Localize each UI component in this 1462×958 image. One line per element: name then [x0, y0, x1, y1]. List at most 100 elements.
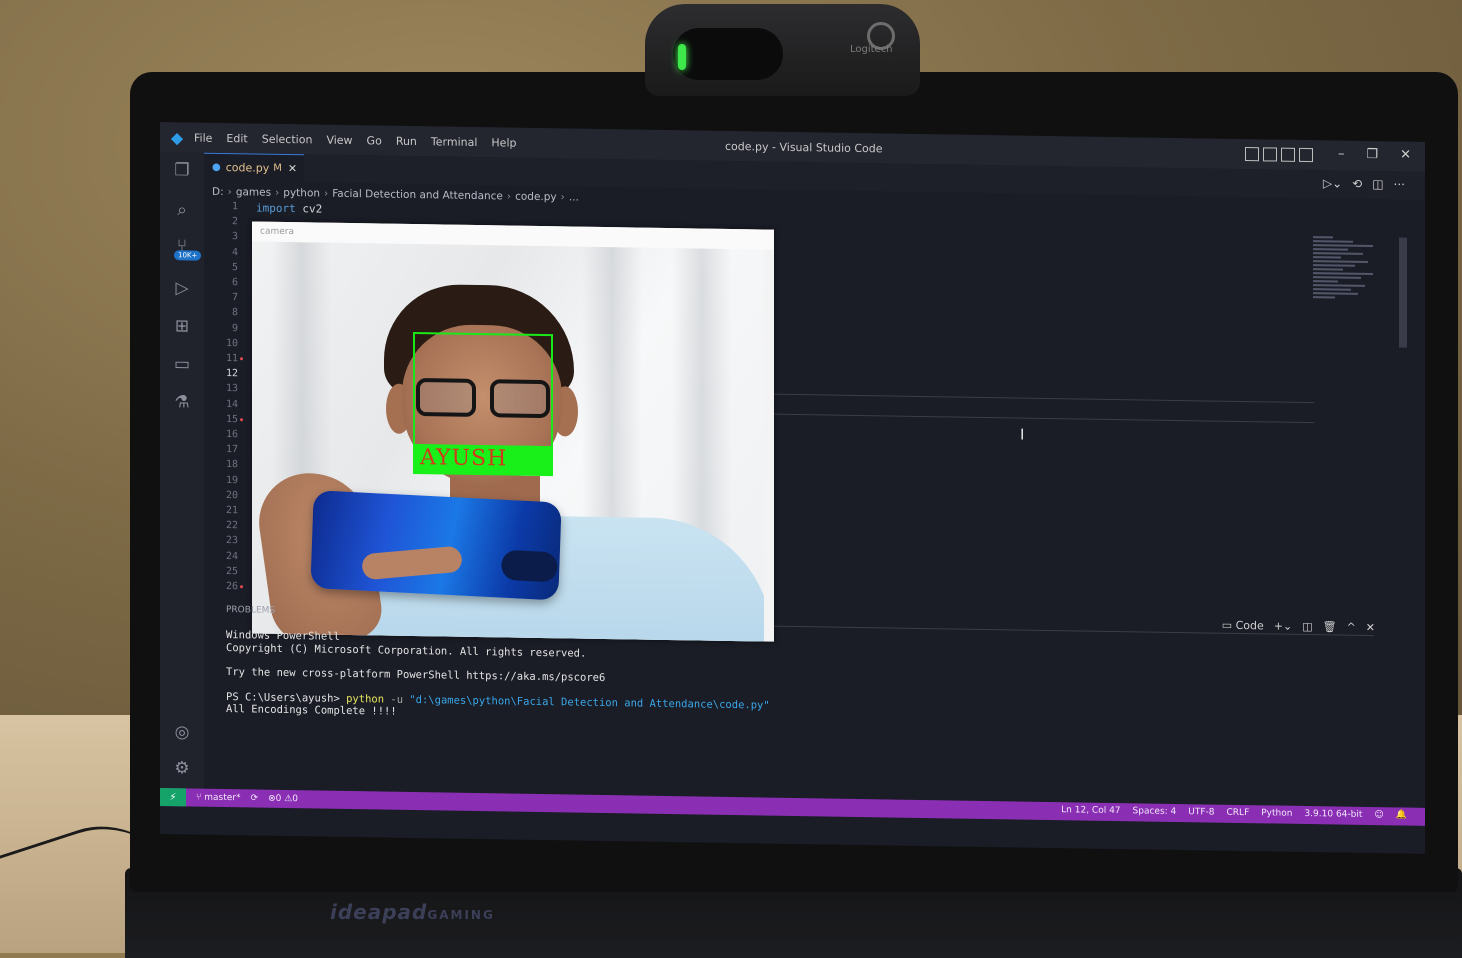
warning-count: 0	[292, 794, 299, 805]
status-interpreter[interactable]: 3.9.10 64-bit	[1304, 809, 1362, 820]
face-detection-box	[413, 331, 553, 449]
line-number: 14	[225, 398, 238, 410]
testing-icon[interactable]: ⚗	[172, 392, 192, 412]
line-number: 10	[225, 337, 238, 350]
feedback-icon[interactable]: ☺	[1374, 810, 1383, 820]
breadcrumb-games[interactable]: games	[236, 186, 271, 199]
window-controls: – ❐ ✕	[1338, 147, 1411, 163]
line-number: 15	[225, 413, 238, 426]
menu-selection[interactable]: Selection	[262, 132, 313, 146]
toggle-sidebar-icon[interactable]	[1245, 147, 1259, 162]
webcam: Logitech	[645, 4, 920, 96]
git-change-marker	[240, 418, 243, 422]
status-right: Ln 12, Col 47 Spaces: 4 UTF-8 CRLF Pytho…	[1061, 805, 1407, 820]
menu-file[interactable]: File	[194, 131, 212, 144]
split-terminal-icon[interactable]: ◫	[1302, 620, 1312, 633]
minimap[interactable]	[1313, 236, 1383, 347]
line-number: 17	[225, 444, 238, 456]
menu-terminal[interactable]: Terminal	[431, 135, 478, 149]
laptop-brand-name: ideapad	[330, 900, 428, 924]
menu-view[interactable]: View	[326, 133, 352, 146]
status-spaces[interactable]: Spaces: 4	[1133, 806, 1177, 817]
maximize-panel-icon[interactable]: ^	[1347, 621, 1356, 634]
line-number: 24	[225, 550, 238, 562]
breadcrumb-separator: ›	[560, 191, 565, 204]
accounts-icon[interactable]: ◎	[172, 722, 192, 742]
run-debug-icon[interactable]: ▷	[172, 278, 192, 298]
sync-icon[interactable]: ⟳	[251, 793, 259, 803]
menu-edit[interactable]: Edit	[226, 132, 247, 145]
tab-modified-indicator: M	[273, 162, 282, 174]
minimize-icon[interactable]: –	[1338, 147, 1345, 162]
close-panel-icon[interactable]: ✕	[1366, 621, 1375, 634]
breadcrumb-separator: ›	[324, 187, 329, 200]
status-position[interactable]: Ln 12, Col 47	[1061, 805, 1120, 816]
tab-label: code.py	[225, 161, 270, 175]
line-number: 2	[231, 216, 238, 228]
explorer-icon[interactable]: ❐	[172, 160, 192, 180]
tab-close-icon[interactable]: ✕	[288, 162, 297, 175]
status-branch[interactable]: ⑂ master*	[196, 793, 241, 804]
status-eol[interactable]: CRLF	[1227, 808, 1250, 818]
camera-window[interactable]: camera AYUSH	[252, 221, 774, 642]
menu-run[interactable]: Run	[396, 134, 417, 147]
kill-terminal-icon[interactable]: 🗑	[1323, 620, 1337, 633]
mouse-cursor-icon: I	[1020, 425, 1025, 444]
line-number: 13	[225, 383, 238, 395]
webcam-brand: Logitech	[850, 44, 893, 55]
settings-gear-icon[interactable]: ⚙	[172, 758, 192, 778]
status-language[interactable]: Python	[1261, 808, 1292, 818]
line-number: 8	[231, 307, 238, 319]
remote-explorer-icon[interactable]: ▭	[172, 354, 192, 374]
line-number: 18	[225, 459, 238, 471]
extensions-icon[interactable]: ⊞	[172, 316, 192, 336]
line-number: 16	[225, 429, 238, 441]
terminal-flag: -u	[384, 693, 410, 706]
editor-divider	[774, 393, 1314, 404]
close-icon[interactable]: ✕	[1400, 147, 1411, 162]
run-file-icon[interactable]: ▷⌄	[1323, 176, 1342, 190]
breadcrumb-folder[interactable]: Facial Detection and Attendance	[332, 188, 503, 203]
breadcrumb-python[interactable]: python	[283, 187, 320, 200]
search-icon[interactable]: ⌕	[172, 200, 192, 220]
split-editor-icon[interactable]: ◫	[1372, 177, 1383, 191]
more-actions-icon[interactable]: ···	[1394, 177, 1405, 191]
webcam-led	[678, 44, 686, 70]
new-terminal-icon[interactable]: +⌄	[1274, 619, 1292, 632]
screen: ◆ File Edit Selection View Go Run Termin…	[160, 122, 1425, 854]
terminal-profile-label: Code	[1235, 618, 1264, 633]
open-changes-icon[interactable]: ⟲	[1352, 177, 1362, 191]
git-change-marker	[240, 585, 243, 589]
line-number: 22	[225, 520, 238, 532]
toggle-secondary-sidebar-icon[interactable]	[1281, 147, 1295, 162]
terminal-profile[interactable]: ▭ Code	[1222, 619, 1264, 633]
menu-go[interactable]: Go	[367, 134, 382, 147]
remote-indicator-icon[interactable]: ⚡	[160, 788, 186, 807]
status-problems[interactable]: ⊗0 ⚠0	[268, 794, 298, 804]
breadcrumb-drive[interactable]: D:	[212, 186, 224, 198]
status-bar: ⚡ ⑂ master* ⟳ ⊗0 ⚠0 Ln 12, Col 47 Spaces…	[160, 788, 1425, 826]
breadcrumb-separator: ›	[506, 190, 512, 203]
restore-icon[interactable]: ❐	[1366, 147, 1378, 162]
customize-layout-icon[interactable]	[1299, 147, 1313, 163]
source-control-badge: 10K+	[174, 250, 202, 261]
code-line-1[interactable]: import cv2	[256, 202, 322, 216]
terminal[interactable]: Windows PowerShell Copyright (C) Microso…	[226, 629, 770, 724]
line-number-gutter: 1 2 3 4 5 6 7 8 9 10 11 12 13 14 15 16 17 18 19 20 21 22 23 24 2…	[204, 201, 244, 602]
breadcrumb-file[interactable]: code.py	[515, 191, 557, 204]
breadcrumb-symbol[interactable]: ...	[569, 191, 579, 203]
tab-problems[interactable]: PROBLEMS	[226, 605, 275, 616]
face-label: AYUSH	[420, 445, 508, 472]
editor-scrollbar[interactable]	[1399, 237, 1407, 348]
branch-name: master*	[204, 792, 241, 804]
menu-help[interactable]: Help	[491, 136, 516, 149]
vscode-logo-icon: ◆	[170, 127, 184, 147]
status-encoding[interactable]: UTF-8	[1188, 807, 1214, 817]
notifications-bell-icon[interactable]: 🔔	[1396, 810, 1407, 820]
breadcrumb-separator: ›	[227, 186, 232, 199]
toggle-panel-icon[interactable]	[1263, 147, 1277, 162]
line-number: 25	[225, 565, 238, 578]
git-change-marker	[240, 357, 243, 361]
tab-code-py[interactable]: ● code.py M ✕	[204, 152, 304, 183]
code-module: cv2	[302, 202, 323, 216]
